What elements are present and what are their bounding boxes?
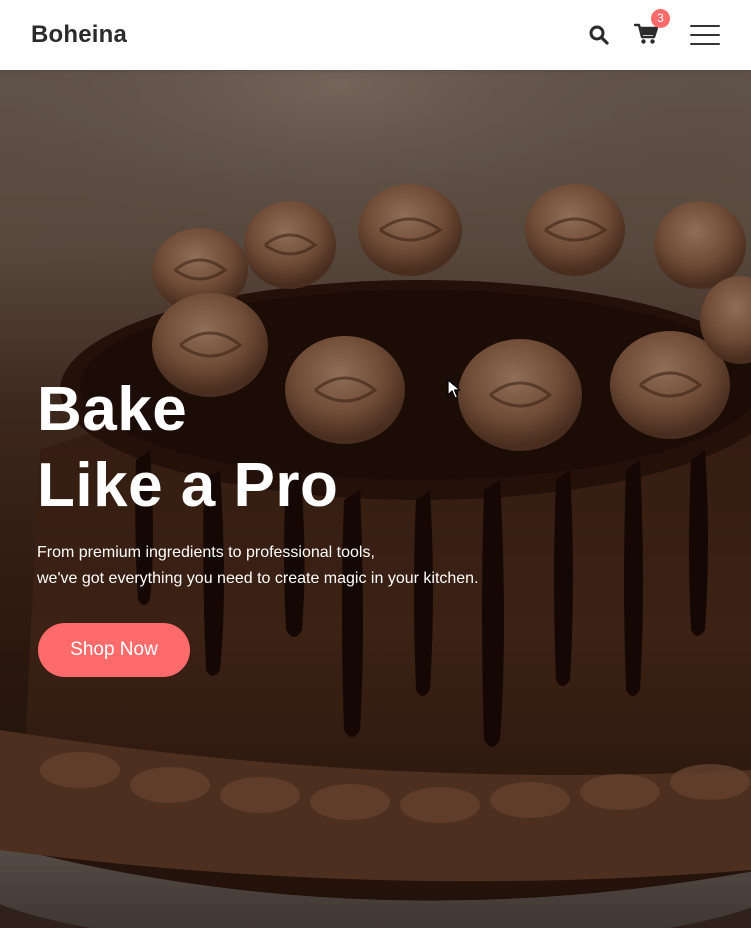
brand-logo[interactable]: Boheina [31,21,127,49]
shop-now-button[interactable]: Shop Now [38,623,190,677]
hero-subtitle: From premium ingredients to professional… [37,540,479,592]
hero-title: Bake Like a Pro [37,372,338,524]
site-header: Boheina 3 [0,0,751,70]
hero-section: Bake Like a Pro From premium ingredients… [0,70,751,928]
hero-title-line-2: Like a Pro [37,451,339,520]
hero-title-line-1: Bake [37,375,188,444]
hero-subtitle-line-2: we've got everything you need to create … [37,570,479,587]
hamburger-menu-button[interactable] [690,24,722,46]
search-icon [589,25,609,45]
cart-count-badge: 3 [651,9,670,28]
search-button[interactable] [586,22,612,48]
mouse-cursor-icon [447,379,461,399]
hero-subtitle-line-1: From premium ingredients to professional… [37,544,375,561]
